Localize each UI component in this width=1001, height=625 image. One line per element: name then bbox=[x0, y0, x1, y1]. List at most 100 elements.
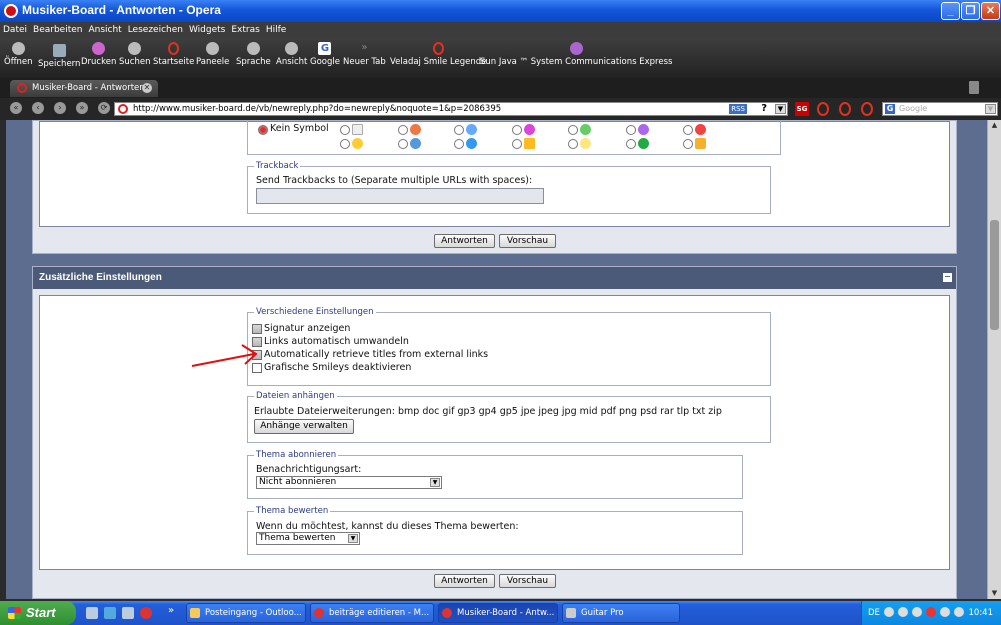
menu-bearbeiten[interactable]: Bearbeiten bbox=[30, 22, 85, 38]
icon-radio[interactable] bbox=[683, 139, 693, 149]
question-mark-icon bbox=[466, 138, 477, 149]
additional-settings-header: Zusätzliche Einstellungen bbox=[33, 267, 956, 289]
notification-select[interactable]: Nicht abonnieren ▼ bbox=[256, 476, 442, 489]
url-field[interactable]: http://www.musiker-board.de/vb/newreply.… bbox=[114, 102, 788, 116]
new-tab-button[interactable]: » Neuer Tab bbox=[343, 42, 386, 67]
language-button[interactable]: Sprache bbox=[236, 42, 271, 67]
view-button[interactable]: Ansicht bbox=[276, 42, 307, 67]
fast-forward-icon[interactable]: » bbox=[76, 102, 88, 114]
icon-radio[interactable] bbox=[683, 125, 693, 135]
tray-icon-volume[interactable] bbox=[912, 607, 922, 617]
search-input[interactable]: G Google ▼ bbox=[882, 102, 998, 116]
scroll-down-icon[interactable]: ▼ bbox=[990, 589, 999, 598]
smile-legend-button[interactable]: Veladaj Smile Legende bbox=[390, 42, 486, 67]
java-icon bbox=[569, 42, 583, 55]
additional-settings-title: Zusätzliche Einstellungen bbox=[39, 272, 162, 283]
trash-icon[interactable] bbox=[969, 81, 979, 94]
quicklaunch-icon-2[interactable] bbox=[122, 607, 134, 619]
close-button[interactable]: ✕ bbox=[981, 2, 1000, 20]
preview-button-bottom[interactable]: Vorschau bbox=[499, 574, 556, 588]
tray-icon-network[interactable] bbox=[898, 607, 908, 617]
open-button[interactable]: Öffnen bbox=[4, 42, 33, 67]
quicklaunch-more-icon[interactable]: » bbox=[168, 605, 174, 616]
icon-radio-none[interactable] bbox=[258, 125, 268, 135]
icon-radio[interactable] bbox=[626, 125, 636, 135]
google-button[interactable]: G Google bbox=[310, 42, 340, 67]
scrollbar-thumb[interactable] bbox=[990, 220, 999, 330]
reload-icon[interactable]: ⟳ bbox=[98, 102, 110, 114]
icon-radio[interactable] bbox=[454, 139, 464, 149]
menu-lesezeichen[interactable]: Lesezeichen bbox=[125, 22, 186, 38]
tray-icon-back[interactable] bbox=[884, 607, 894, 617]
opera-site-icon bbox=[118, 104, 128, 114]
forward-icon[interactable]: › bbox=[54, 102, 66, 114]
search-button[interactable]: Suchen bbox=[119, 42, 150, 67]
help-icon[interactable]: ? bbox=[761, 103, 767, 115]
signature-checkbox[interactable] bbox=[252, 324, 262, 334]
print-button[interactable]: Drucken bbox=[81, 42, 116, 67]
url-dropdown-icon[interactable]: ▼ bbox=[775, 104, 786, 114]
collapse-icon[interactable]: − bbox=[943, 273, 952, 282]
menu-ansicht[interactable]: Ansicht bbox=[85, 22, 124, 38]
windows-logo-icon bbox=[8, 607, 21, 619]
icon-radio[interactable] bbox=[512, 125, 522, 135]
window-title: Musiker-Board - Antworten - Opera bbox=[22, 3, 221, 17]
tray-icon-opera[interactable] bbox=[926, 607, 936, 617]
menu-hilfe[interactable]: Hilfe bbox=[263, 22, 289, 38]
back-icon[interactable]: ‹ bbox=[32, 102, 44, 114]
tab-musiker-board[interactable]: Musiker-Board - Antworten ✕ bbox=[10, 80, 158, 97]
icon-radio[interactable] bbox=[398, 125, 408, 135]
icon-radio[interactable] bbox=[454, 125, 464, 135]
opera-extension-icon[interactable] bbox=[817, 102, 829, 116]
menu-datei[interactable]: Datei bbox=[0, 22, 30, 38]
sg-extension-icon[interactable]: SG bbox=[795, 102, 809, 116]
submit-reply-button-bottom[interactable]: Antworten bbox=[434, 574, 495, 588]
home-button[interactable]: Startseite bbox=[153, 42, 194, 67]
sun-java-button[interactable]: Sun Java ™ System Communications Express bbox=[480, 42, 672, 67]
start-button[interactable]: Start bbox=[0, 601, 76, 625]
tray-icon-security[interactable] bbox=[940, 607, 950, 617]
cool-icon bbox=[410, 138, 421, 149]
minimize-button[interactable]: _ bbox=[941, 2, 960, 20]
icon-radio[interactable] bbox=[512, 139, 522, 149]
maximize-button[interactable]: ❐ bbox=[961, 2, 980, 20]
preview-button[interactable]: Vorschau bbox=[499, 234, 556, 248]
task-musiker-board[interactable]: Musiker-Board - Antw... bbox=[438, 603, 558, 623]
menu-widgets[interactable]: Widgets bbox=[186, 22, 228, 38]
angry-icon bbox=[695, 124, 706, 135]
task-edit-posts[interactable]: beiträge editieren - M... bbox=[310, 603, 434, 623]
menu-extras[interactable]: Extras bbox=[228, 22, 262, 38]
opera-extension-icon-2[interactable] bbox=[839, 102, 851, 116]
panels-button[interactable]: Paneele bbox=[196, 42, 229, 67]
rewind-icon[interactable]: « bbox=[10, 102, 22, 114]
ie-icon[interactable] bbox=[104, 607, 116, 619]
page-scrollbar[interactable]: ▲ ▼ bbox=[987, 120, 1001, 599]
icon-radio[interactable] bbox=[568, 125, 578, 135]
rate-thread-select[interactable]: Thema bewerten ▼ bbox=[256, 532, 360, 545]
task-guitar-pro[interactable]: Guitar Pro bbox=[562, 603, 680, 623]
print-icon bbox=[92, 42, 106, 55]
notification-label: Benachrichtigungsart: bbox=[256, 464, 362, 475]
icon-radio[interactable] bbox=[568, 139, 578, 149]
rss-icon[interactable]: RSS bbox=[729, 104, 747, 114]
search-dropdown-icon[interactable]: ▼ bbox=[985, 104, 996, 114]
quicklaunch-icon[interactable] bbox=[86, 607, 98, 619]
trackback-input[interactable] bbox=[256, 188, 544, 204]
icon-radio[interactable] bbox=[398, 139, 408, 149]
wink-icon bbox=[638, 124, 649, 135]
warning-icon bbox=[524, 138, 535, 149]
submit-reply-button[interactable]: Antworten bbox=[434, 234, 495, 248]
task-outlook[interactable]: Posteingang - Outloo... bbox=[186, 603, 306, 623]
grin-icon bbox=[524, 124, 535, 135]
icon-radio[interactable] bbox=[626, 139, 636, 149]
icon-radio[interactable] bbox=[340, 125, 350, 135]
icon-radio[interactable] bbox=[340, 139, 350, 149]
tray-icon-phone[interactable] bbox=[954, 607, 964, 617]
scroll-up-icon[interactable]: ▲ bbox=[990, 121, 999, 130]
language-indicator[interactable]: DE bbox=[868, 608, 880, 618]
tab-close-icon[interactable]: ✕ bbox=[142, 83, 152, 93]
save-button[interactable]: Speichern bbox=[38, 44, 80, 69]
opera-extension-icon-3[interactable] bbox=[861, 102, 873, 116]
opera-quicklaunch-icon[interactable] bbox=[140, 607, 152, 619]
manage-attachments-button[interactable]: Anhänge verwalten bbox=[254, 419, 354, 434]
